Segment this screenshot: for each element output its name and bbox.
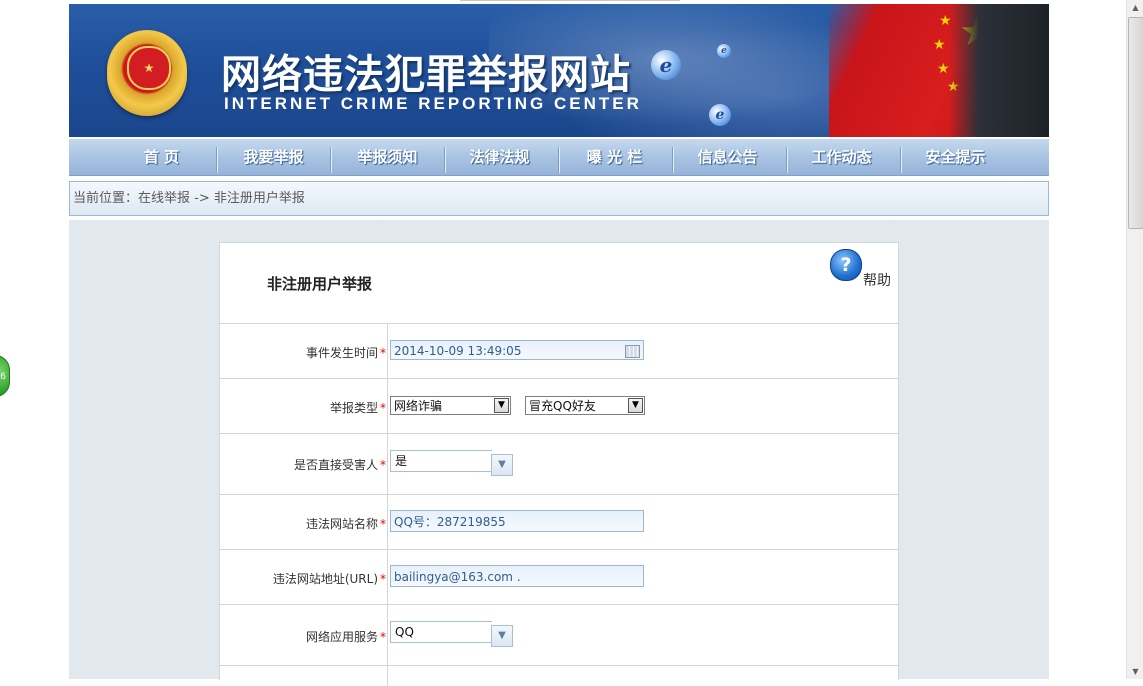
top-line [460,0,680,1]
direct-victim-label-text: 是否直接受害人 [293,458,378,472]
form-row-direct-victim: 是否直接受害人 * 是 ▼ [220,433,898,494]
flag-star-icon: ★ [933,37,946,53]
e-globe-icon: e [651,50,681,80]
report-type-label: 举报类型 * [220,399,386,416]
help-button[interactable]: ? 帮助 [830,249,894,289]
form-row-event-time: 事件发生时间 * 2014-10-09 13:49:05 [220,323,898,378]
form-row-site-url: 违法网站地址(URL) * bailingya@163.com . [220,549,898,604]
main-nav: 首 页 我要举报 举报须知 法律法规 曝 光 栏 信息公告 工作动态 安全提示 [69,139,1049,176]
nav-separator [216,147,218,173]
nav-item-exposure[interactable]: 曝 光 栏 [572,139,657,175]
scroll-up-arrow-icon[interactable]: ▲ [1128,0,1143,15]
scrollbar-thumb[interactable] [1128,17,1143,229]
nav-separator [444,147,446,173]
site-name-input[interactable]: QQ号：287219855 [390,510,644,532]
nav-separator [672,147,674,173]
chevron-down-icon[interactable]: ▼ [491,625,513,647]
chevron-down-icon[interactable]: ▼ [628,398,643,413]
column-divider [387,605,388,665]
report-subtype-select[interactable]: 冒充QQ好友 ▼ [525,396,645,415]
app-service-label: 网络应用服务 * [220,628,386,645]
required-mark: * [380,346,386,360]
form-title: 非注册用户举报 [267,275,373,293]
nav-item-report[interactable]: 我要举报 [231,139,316,175]
column-divider [387,550,388,604]
site-url-value: bailingya@163.com . [394,570,521,584]
calendar-icon[interactable] [625,345,640,358]
direct-victim-value[interactable]: 是 [390,450,492,472]
site-title: 网络违法犯罪举报网站 [221,52,631,98]
nav-separator [330,147,332,173]
site-banner: e e e ★ ★ ★ ★ ★ ★ 网络违法犯罪举报网站 INTERNET CR… [69,4,1049,137]
nav-item-laws[interactable]: 法律法规 [457,139,542,175]
report-type-value: 网络诈骗 [394,399,443,413]
vertical-scrollbar[interactable]: ▲ ▼ [1126,0,1143,679]
report-type-label-text: 举报类型 [329,401,378,415]
chevron-down-icon[interactable]: ▼ [494,398,509,413]
nav-separator [900,147,902,173]
required-mark: * [380,572,386,586]
site-name-label-text: 违法网站名称 [305,517,378,531]
help-question-icon[interactable]: ? [830,249,862,281]
nav-item-announcements[interactable]: 信息公告 [685,139,770,175]
required-mark: * [380,458,386,472]
report-type-select[interactable]: 网络诈骗 ▼ [390,396,511,415]
column-divider [387,495,388,549]
top-strip [0,0,1126,3]
column-divider [387,434,388,494]
required-mark: * [380,517,386,531]
emblem-center: ★ [127,46,171,90]
event-time-label: 事件发生时间 * [220,344,386,361]
form-row-next [220,665,898,686]
nav-item-report-notice[interactable]: 举报须知 [345,139,430,175]
direct-victim-label: 是否直接受害人 * [220,456,386,473]
nav-item-safety-tips[interactable]: 安全提示 [913,139,998,175]
nav-separator [558,147,560,173]
report-subtype-value: 冒充QQ好友 [529,399,596,413]
breadcrumb: 当前位置：在线举报 -> 非注册用户举报 [69,181,1049,216]
column-divider [387,666,388,686]
form-row-app-service: 网络应用服务 * QQ ▼ [220,604,898,665]
app-service-label-text: 网络应用服务 [305,630,378,644]
site-subtitle: INTERNET CRIME REPORTING CENTER [224,94,642,113]
form-row-site-name: 违法网站名称 * QQ号：287219855 [220,494,898,549]
site-url-input[interactable]: bailingya@163.com . [390,565,644,587]
e-globe-icon: e [717,44,731,58]
side-float-badge[interactable]: 6 [0,355,10,397]
nav-separator [786,147,788,173]
required-mark: * [380,630,386,644]
nav-item-work-news[interactable]: 工作动态 [799,139,884,175]
column-divider [387,324,388,378]
chevron-down-icon[interactable]: ▼ [491,454,513,476]
form-row-report-type: 举报类型 * 网络诈骗 ▼ 冒充QQ好友 ▼ [220,378,898,433]
column-divider [387,379,388,433]
app-service-value[interactable]: QQ [390,621,492,643]
help-label[interactable]: 帮助 [863,270,891,290]
site-name-label: 违法网站名称 * [220,515,386,532]
direct-victim-combo[interactable]: 是 ▼ [390,450,514,477]
police-officers-graphic [949,4,1049,137]
event-time-value: 2014-10-09 13:49:05 [394,344,522,358]
e-globe-icon: e [709,104,731,126]
page: e e e ★ ★ ★ ★ ★ ★ 网络违法犯罪举报网站 INTERNET CR… [0,0,1126,686]
event-time-input[interactable]: 2014-10-09 13:49:05 [390,340,644,360]
app-service-combo[interactable]: QQ ▼ [390,621,514,648]
police-emblem-logo: ★ [107,30,187,116]
site-url-label: 违法网站地址(URL) * [220,570,386,587]
scroll-down-arrow-icon[interactable]: ▼ [1128,664,1143,679]
event-time-label-text: 事件发生时间 [305,346,378,360]
nav-item-home[interactable]: 首 页 [124,139,199,175]
flag-star-icon: ★ [937,61,950,77]
required-mark: * [380,401,386,415]
report-form: 非注册用户举报 ? 帮助 事件发生时间 * 2014-10-09 13:49:05… [219,242,899,686]
site-name-value: QQ号：287219855 [394,515,506,529]
site-url-label-text: 违法网站地址(URL) [272,572,378,586]
